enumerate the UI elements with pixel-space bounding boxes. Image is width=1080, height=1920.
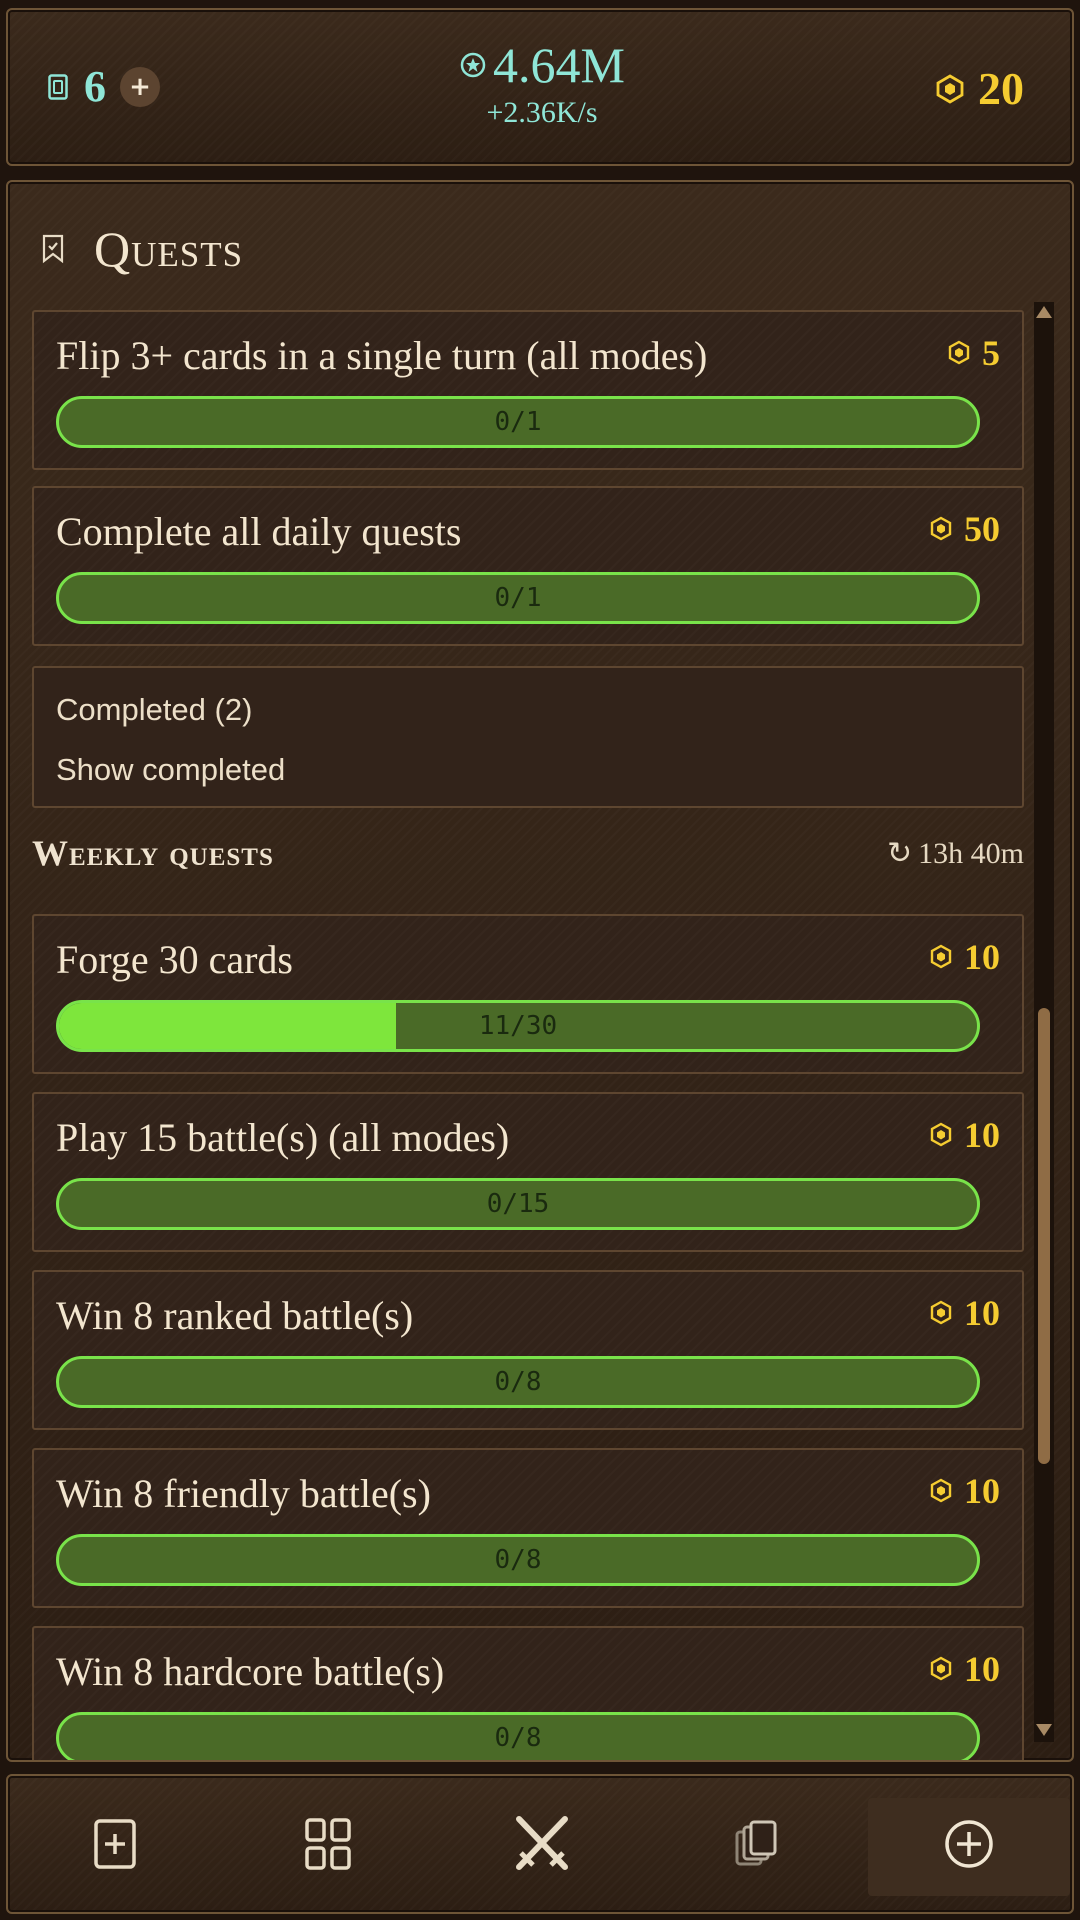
nav-collection-button[interactable] <box>222 1776 436 1912</box>
gold-gem-icon <box>936 74 964 104</box>
scroll-down-arrow-icon[interactable] <box>1036 1724 1052 1736</box>
progress-text: 0/8 <box>494 1545 542 1575</box>
quest-card: Play 15 battle(s) (all modes) 10 0/15 <box>32 1092 1024 1252</box>
quest-title: Play 15 battle(s) (all modes) <box>56 1115 510 1160</box>
progress-text: 0/1 <box>494 407 542 437</box>
quest-reward: 10 <box>930 1648 1000 1690</box>
gold-gem-icon <box>930 1478 952 1503</box>
quest-card: Complete all daily quests 50 0/1 <box>32 486 1024 646</box>
essence-amount: 4.64M <box>493 37 625 93</box>
gold-gem-icon <box>930 1300 952 1325</box>
gold-gem-icon <box>948 340 970 365</box>
quest-reward: 10 <box>930 936 1000 978</box>
progress-bar: 0/8 <box>56 1534 980 1586</box>
quest-reward: 10 <box>930 1470 1000 1512</box>
nav-decks-button[interactable] <box>649 1776 863 1912</box>
card-stack-icon <box>735 1820 777 1866</box>
crossed-swords-icon <box>515 1816 568 1870</box>
progress-bar: 0/8 <box>56 1712 980 1760</box>
progress-bar: 0/15 <box>56 1178 980 1230</box>
timer-text: 13h 40m <box>918 836 1024 870</box>
scrollbar[interactable] <box>1034 302 1054 1742</box>
show-completed-toggle[interactable]: Show completed <box>56 752 285 788</box>
quest-card: Win 8 ranked battle(s) 10 0/8 <box>32 1270 1024 1430</box>
progress-text: 0/8 <box>494 1723 542 1753</box>
quest-reward: 10 <box>930 1292 1000 1334</box>
add-card-icon <box>94 1819 136 1869</box>
completed-count: Completed (2) <box>56 692 253 727</box>
reward-amount: 5 <box>982 333 1000 373</box>
gold-counter: 20 <box>936 66 1024 112</box>
progress-bar: 0/1 <box>56 396 980 448</box>
quest-title: Win 8 friendly battle(s) <box>56 1471 431 1516</box>
bottom-navigation <box>6 1774 1074 1914</box>
refresh-icon: ↻ <box>887 836 913 871</box>
gold-gem-icon <box>930 944 952 969</box>
plus-circle-icon <box>945 1820 993 1868</box>
nav-battle-button[interactable] <box>435 1776 649 1912</box>
gold-gem-icon <box>930 1122 952 1147</box>
weekly-quests-title: Weekly quests <box>32 833 274 873</box>
completed-section: Completed (2) Show completed <box>32 666 1024 808</box>
resource-bar: 6 + 4.64M +2.36K/s 20 <box>6 8 1074 166</box>
quest-title: Complete all daily quests <box>56 509 462 554</box>
reward-amount: 10 <box>964 1293 1000 1333</box>
reward-amount: 10 <box>964 1471 1000 1511</box>
scrollbar-thumb[interactable] <box>1038 1008 1050 1464</box>
progress-text: 0/15 <box>486 1189 550 1219</box>
weekly-quests-heading: Weekly quests ↻ 13h 40m <box>32 830 1024 880</box>
gold-gem-icon <box>930 516 952 541</box>
quest-card: Flip 3+ cards in a single turn (all mode… <box>32 310 1024 470</box>
quest-reward: 10 <box>930 1114 1000 1156</box>
quest-title: Forge 30 cards <box>56 937 293 982</box>
gold-amount: 20 <box>978 63 1024 114</box>
scroll-up-arrow-icon[interactable] <box>1036 306 1052 318</box>
quest-card: Win 8 friendly battle(s) 10 0/8 <box>32 1448 1024 1608</box>
nav-quests-button[interactable] <box>862 1776 1076 1912</box>
progress-text: 0/1 <box>494 583 542 613</box>
bookmark-check-icon <box>42 234 64 264</box>
quest-reward: 50 <box>930 508 1000 550</box>
reward-amount: 10 <box>964 1115 1000 1155</box>
gold-gem-icon <box>930 1656 952 1681</box>
quest-title: Win 8 hardcore battle(s) <box>56 1649 445 1694</box>
essence-rate: +2.36K/s <box>486 96 598 129</box>
essence-icon <box>460 52 486 78</box>
quest-title: Win 8 ranked battle(s) <box>56 1293 414 1338</box>
page-title: Quests <box>94 221 244 277</box>
reward-amount: 50 <box>964 509 1000 549</box>
grid-icon <box>305 1818 352 1870</box>
progress-bar: 0/8 <box>56 1356 980 1408</box>
essence-counter: 4.64M +2.36K/s <box>8 40 1076 130</box>
progress-bar: 0/1 <box>56 572 980 624</box>
progress-text: 0/8 <box>494 1367 542 1397</box>
quests-panel: Quests Flip 3+ cards in a single turn (a… <box>6 180 1074 1762</box>
quest-card: Forge 30 cards 10 11/30 <box>32 914 1024 1074</box>
progress-text: 11/30 <box>478 1011 558 1041</box>
nav-add-card-button[interactable] <box>8 1776 222 1912</box>
weekly-reset-timer: ↻ 13h 40m <box>887 836 1024 871</box>
reward-amount: 10 <box>964 1649 1000 1689</box>
reward-amount: 10 <box>964 937 1000 977</box>
progress-bar: 11/30 <box>56 1000 980 1052</box>
quests-header: Quests <box>40 220 243 278</box>
quest-card: Win 8 hardcore battle(s) 10 0/8 <box>32 1626 1024 1760</box>
quest-title: Flip 3+ cards in a single turn (all mode… <box>56 333 708 378</box>
quest-reward: 5 <box>948 332 1000 374</box>
